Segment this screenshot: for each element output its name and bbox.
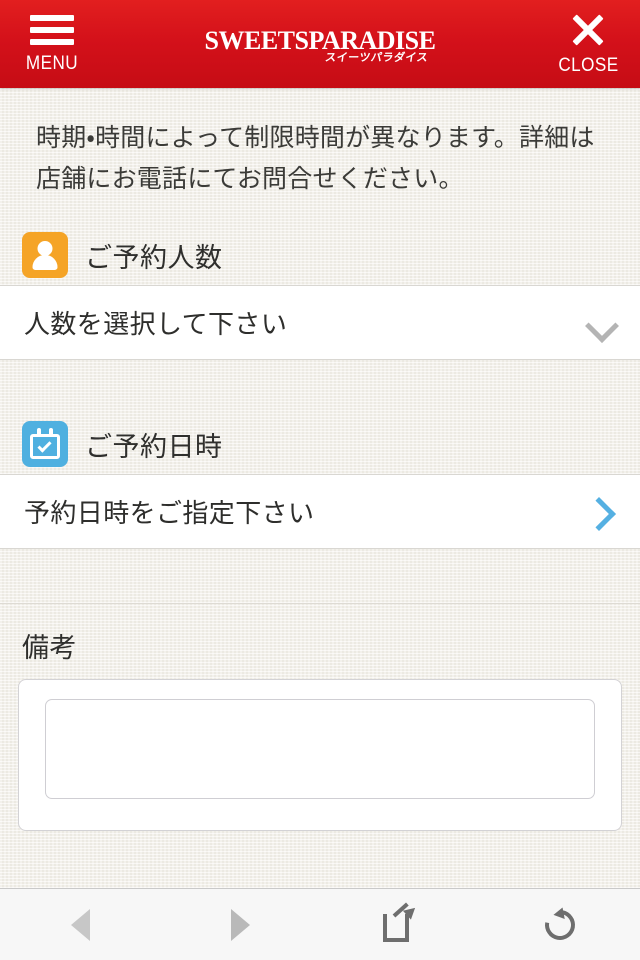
back-triangle-icon <box>70 908 90 941</box>
menu-button-label: MENU <box>25 53 79 74</box>
close-x-icon <box>571 13 605 47</box>
menu-button[interactable]: MENU <box>0 0 104 88</box>
close-button-label: CLOSE <box>557 55 619 76</box>
page-content: 時期・時間によって制限時間が異なります。詳細は店舗にお電話にてお問合せください。… <box>0 88 640 888</box>
logo-wordmark: SweetsParadise <box>204 16 436 58</box>
hamburger-icon <box>30 15 74 45</box>
share-button[interactable] <box>320 889 480 960</box>
notice-text: 時期・時間によって制限時間が異なります。詳細は店舗にお電話にてお問合せください。 <box>36 124 595 193</box>
forward-button[interactable] <box>160 889 320 960</box>
remarks-textarea[interactable] <box>45 699 595 799</box>
chevron-down-icon <box>586 308 616 338</box>
remarks-label: 備考 <box>22 633 77 663</box>
section-header-datetime: ご予約日時 <box>0 414 640 474</box>
section-header-party-size: ご予約人数 <box>0 225 640 285</box>
site-logo[interactable]: SweetsParadise スイーツパラダイス <box>205 19 436 64</box>
share-icon <box>383 901 420 942</box>
spacer-after-datetime <box>0 549 640 603</box>
section-title-datetime: ご予約日時 <box>85 431 223 462</box>
calendar-check-icon <box>22 421 68 467</box>
app-header: MENU SweetsParadise スイーツパラダイス CLOSE <box>0 0 640 88</box>
party-size-select[interactable]: 人数を選択して下さい <box>0 285 640 360</box>
back-button[interactable] <box>0 889 160 960</box>
remarks-card <box>18 679 622 831</box>
party-size-value: 人数を選択して下さい <box>24 309 288 339</box>
spacer-after-party-size <box>0 360 640 414</box>
chevron-right-icon <box>586 497 616 527</box>
datetime-value: 予約日時をご指定下さい <box>24 498 315 528</box>
app-root: MENU SweetsParadise スイーツパラダイス CLOSE 時期・時… <box>0 0 640 960</box>
datetime-select[interactable]: 予約日時をご指定下さい <box>0 474 640 549</box>
close-button[interactable]: CLOSE <box>536 0 640 88</box>
forward-triangle-icon <box>230 908 250 941</box>
logo-subtitle: スイーツパラダイス <box>323 51 429 64</box>
person-icon <box>22 232 68 278</box>
section-title-party-size: ご予約人数 <box>85 242 223 273</box>
browser-toolbar <box>0 888 640 960</box>
reload-icon <box>539 903 581 946</box>
reload-button[interactable] <box>480 889 640 960</box>
